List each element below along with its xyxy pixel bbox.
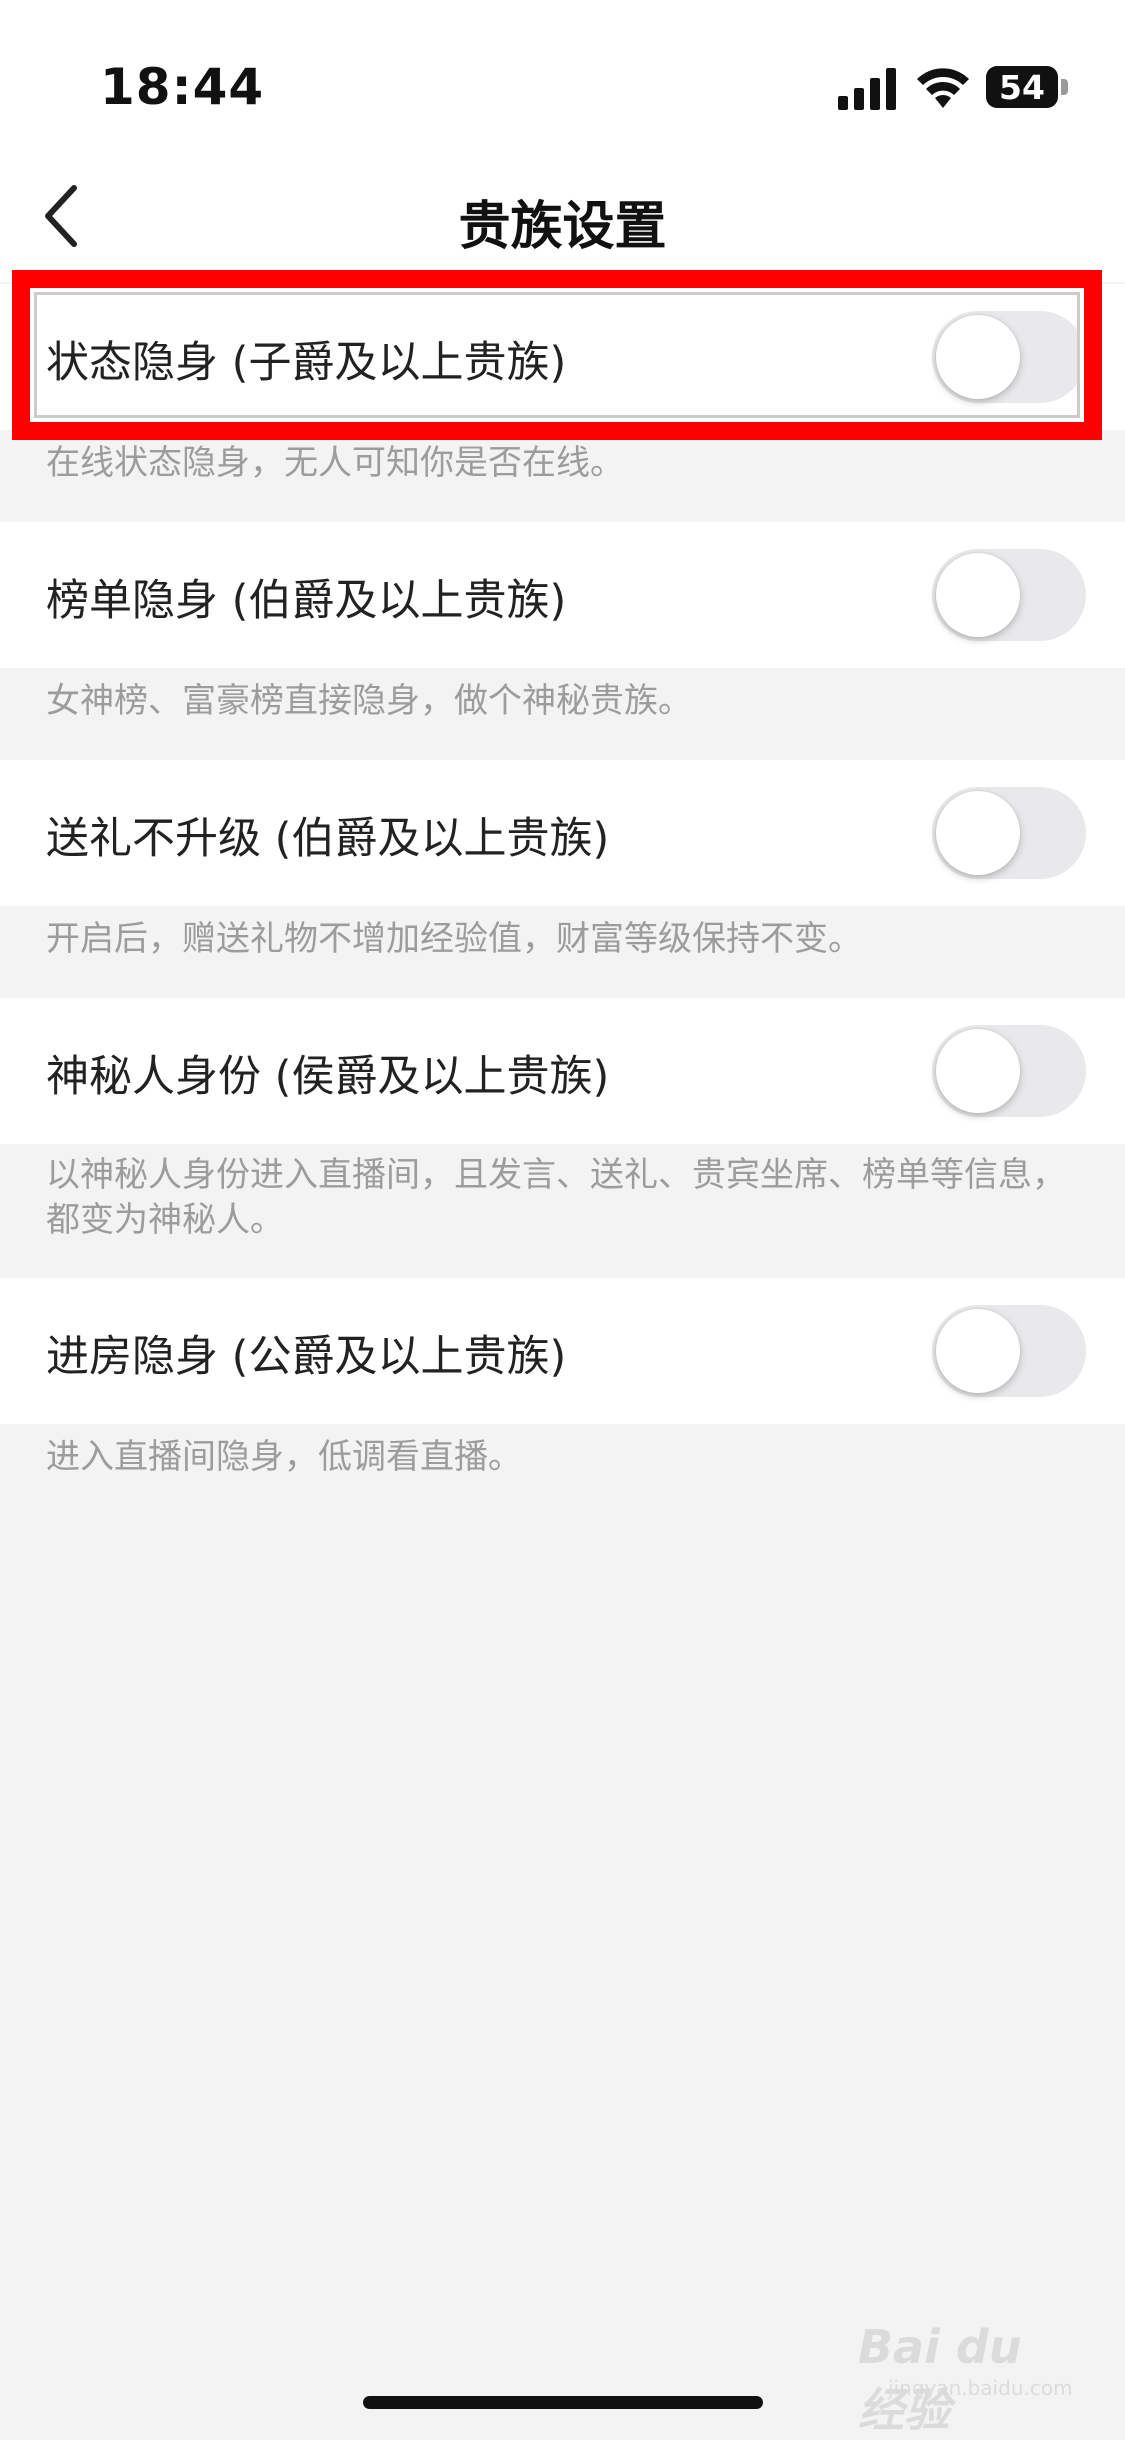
- setting-row-mystery-identity: 神秘人身份 (侯爵及以上贵族): [0, 998, 1125, 1144]
- toggle-switch[interactable]: [932, 787, 1086, 879]
- setting-description: 以神秘人身份进入直播间，且发言、送礼、贵宾坐席、榜单等信息，都变为神秘人。: [46, 1155, 1066, 1240]
- toggle-switch[interactable]: [932, 549, 1086, 641]
- watermark: Bai du 经验 jingyan.baidu.com: [858, 2320, 1073, 2437]
- battery-icon: 54: [986, 66, 1070, 108]
- setting-description: 女神榜、富豪榜直接隐身，做个神秘贵族。: [46, 681, 692, 721]
- setting-label: 榜单隐身 (伯爵及以上贵族): [46, 576, 567, 626]
- home-indicator[interactable]: [363, 2396, 763, 2409]
- setting-row-ranking-stealth: 榜单隐身 (伯爵及以上贵族): [0, 522, 1125, 668]
- setting-description: 进入直播间隐身，低调看直播。: [46, 1437, 522, 1477]
- setting-label: 进房隐身 (公爵及以上贵族): [46, 1332, 567, 1382]
- watermark-url: jingyan.baidu.com: [888, 2376, 1073, 2400]
- battery-level-text: 54: [999, 68, 1045, 107]
- wifi-icon: [917, 68, 969, 108]
- setting-description: 开启后，赠送礼物不增加经验值，财富等级保持不变。: [46, 919, 862, 959]
- setting-row-gift-no-upgrade: 送礼不升级 (伯爵及以上贵族): [0, 760, 1125, 906]
- nav-bar: 贵族设置: [0, 150, 1125, 282]
- setting-label: 神秘人身份 (侯爵及以上贵族): [46, 1052, 610, 1102]
- setting-row-enter-room-stealth: 进房隐身 (公爵及以上贵族): [0, 1278, 1125, 1424]
- toggle-knob: [936, 1309, 1020, 1393]
- setting-label: 送礼不升级 (伯爵及以上贵族): [46, 814, 610, 864]
- toggle-knob: [936, 553, 1020, 637]
- setting-description: 在线状态隐身，无人可知你是否在线。: [46, 443, 624, 483]
- status-time: 18:44: [100, 58, 265, 116]
- toggle-knob: [936, 1029, 1020, 1113]
- status-bar: 18:44 54: [0, 0, 1125, 150]
- battery-tip: [1061, 79, 1068, 95]
- signal-bars-icon: [838, 68, 896, 110]
- highlight-annotation: [12, 270, 1102, 440]
- toggle-knob: [936, 791, 1020, 875]
- toggle-switch[interactable]: [932, 1305, 1086, 1397]
- page-title: 贵族设置: [458, 197, 667, 257]
- toggle-switch[interactable]: [932, 1025, 1086, 1117]
